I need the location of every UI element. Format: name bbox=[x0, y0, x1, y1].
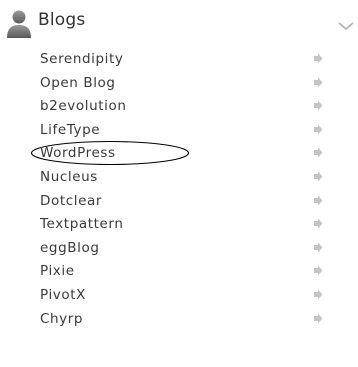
list-item-label: Textpattern bbox=[40, 216, 124, 233]
arrow-right-icon bbox=[314, 195, 323, 206]
arrow-right-icon bbox=[314, 100, 323, 111]
arrow-right-icon bbox=[314, 124, 323, 135]
arrow-right-icon bbox=[314, 147, 323, 158]
list-item-pivotx[interactable]: PivotX bbox=[0, 284, 358, 308]
list-item-label: eggBlog bbox=[40, 239, 100, 256]
arrow-right-icon bbox=[314, 242, 323, 253]
list-item-chyrp[interactable]: Chyrp bbox=[0, 308, 358, 332]
list-item-pixie[interactable]: Pixie bbox=[0, 260, 358, 284]
list-item-open-blog[interactable]: Open Blog bbox=[0, 72, 358, 96]
arrow-right-icon bbox=[314, 77, 323, 88]
list-item-wordpress[interactable]: WordPress bbox=[0, 141, 358, 166]
arrow-right-icon bbox=[314, 53, 323, 64]
list-item-label: Nucleus bbox=[40, 168, 98, 185]
list-item-label: b2evolution bbox=[40, 98, 127, 115]
list-item-b2evolution[interactable]: b2evolution bbox=[0, 95, 358, 119]
list-item-nucleus[interactable]: Nucleus bbox=[0, 166, 358, 190]
blogs-panel: Blogs Serendipity Open Blog b2evolution … bbox=[0, 0, 358, 367]
arrow-right-icon bbox=[314, 171, 323, 182]
list-item-label: Dotclear bbox=[40, 192, 103, 209]
list-item-textpattern[interactable]: Textpattern bbox=[0, 213, 358, 237]
blog-list: Serendipity Open Blog b2evolution LifeTy… bbox=[0, 48, 358, 331]
arrow-right-icon bbox=[314, 265, 323, 276]
list-item-label: PivotX bbox=[40, 286, 86, 303]
chevron-down-icon[interactable] bbox=[337, 20, 355, 32]
list-item-label: WordPress bbox=[40, 145, 116, 162]
list-item-label: Serendipity bbox=[40, 51, 124, 67]
arrow-right-icon bbox=[314, 218, 323, 229]
header-title: Blogs bbox=[38, 10, 86, 30]
list-item-eggblog[interactable]: eggBlog bbox=[0, 237, 358, 261]
list-item-label: LifeType bbox=[40, 121, 101, 138]
list-item-label: Open Blog bbox=[40, 74, 116, 91]
list-item-dotclear[interactable]: Dotclear bbox=[0, 190, 358, 214]
list-item-label: Pixie bbox=[40, 263, 75, 280]
list-item-label: Chyrp bbox=[40, 310, 84, 327]
list-item-serendipity[interactable]: Serendipity bbox=[0, 48, 358, 72]
user-icon bbox=[7, 10, 31, 38]
arrow-right-icon bbox=[314, 313, 323, 324]
blogs-header[interactable]: Blogs bbox=[0, 0, 358, 48]
arrow-right-icon bbox=[314, 289, 323, 300]
list-item-lifetype[interactable]: LifeType bbox=[0, 119, 358, 143]
